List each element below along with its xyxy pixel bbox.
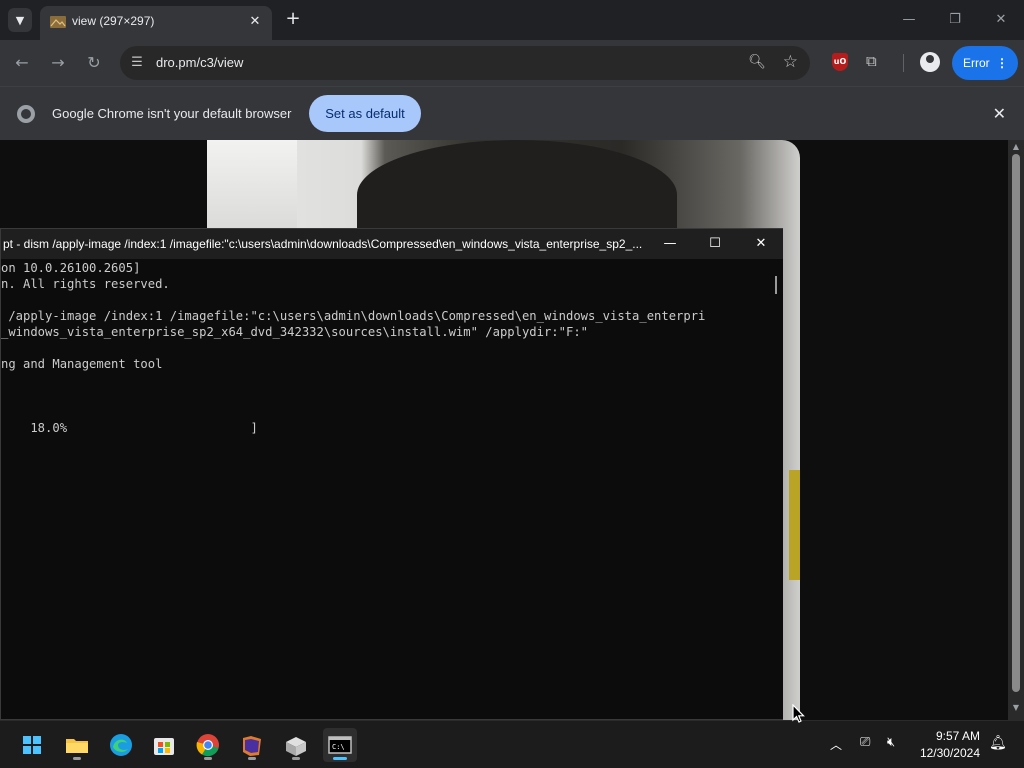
cmd-line: ng and Management tool [1,357,163,371]
toolbar-divider [903,54,904,72]
scroll-thumb[interactable] [1012,154,1020,692]
chrome-button[interactable] [191,728,225,762]
edge-icon [110,734,132,756]
svg-text:C:\: C:\ [332,743,345,751]
image-background [207,140,297,240]
cmd-output[interactable]: on 10.0.26100.2605] n. All rights reserv… [1,259,769,719]
error-label: Error [963,56,990,70]
installer-button[interactable] [279,728,313,762]
tab-view[interactable]: view (297×297) ✕ [40,6,272,40]
cmd-line: _windows_vista_enterprise_sp2_x64_dvd_34… [1,325,588,339]
forward-button[interactable]: → [47,52,69,74]
site-info-icon[interactable]: ☰ [128,54,146,72]
running-indicator [292,757,300,760]
restore-button[interactable]: ❐ [940,8,970,32]
tab-strip: ▼ view (297×297) ✕ + — ❐ ✕ [0,0,1024,40]
windows-logo-icon [23,736,41,754]
ublock-origin-icon[interactable]: uO [832,53,848,71]
zoom-icon[interactable]: 🔍︎ [748,54,766,70]
new-tab-button[interactable]: + [282,8,304,30]
default-browser-infobar: Google Chrome isn't your default browser… [0,86,1024,140]
image-detail [789,470,800,580]
cmd-minimize-button[interactable]: — [659,234,681,254]
cmd-line: /apply-image /index:1 /imagefile:"c:\use… [1,309,706,323]
clock-time[interactable]: 9:57 AM [910,729,980,743]
show-hidden-icons-chevron-icon[interactable]: ︿ [830,736,842,753]
cmd-line: n. All rights reserved. [1,277,170,291]
cmd-scroll-thumb[interactable] [775,276,777,294]
minimize-button[interactable]: — [894,8,924,32]
page-scrollbar[interactable]: ▲ ▼ [1008,140,1024,720]
url-text[interactable]: dro.pm/c3/view [156,55,243,70]
tab-close-icon[interactable]: ✕ [246,13,264,31]
profile-avatar-icon[interactable] [920,52,940,72]
edge-button[interactable] [104,728,138,762]
clock-date[interactable]: 12/30/2024 [910,746,980,760]
menu-dots-icon: ⋮ [996,56,1008,70]
cmd-close-button[interactable]: ✕ [750,234,772,254]
tab-search-button[interactable]: ▼ [8,8,32,32]
cmd-maximize-button[interactable]: ☐ [704,234,726,254]
scroll-up-icon[interactable]: ▲ [1008,142,1024,154]
reload-button[interactable]: ↻ [83,52,105,74]
start-button[interactable] [15,728,49,762]
cmd-scrollbar[interactable] [769,259,783,719]
winrar-button[interactable] [235,728,269,762]
taskbar: C:\ ︿ ⎚ 🔇︎ 9:57 AM 12/30/2024 🔔︎ [0,720,1024,768]
network-icon[interactable]: ⎚ [860,735,870,750]
cmd-window-title: pt - dism /apply-image /index:1 /imagefi… [3,237,643,251]
infobar-close-icon[interactable]: ✕ [993,104,1006,123]
progress-line: 18.0% ] [1,421,258,435]
store-icon [154,738,174,755]
running-indicator [204,757,212,760]
close-window-button[interactable]: ✕ [986,8,1016,32]
address-bar[interactable]: ☰ dro.pm/c3/view 🔍︎ ☆ [120,46,810,80]
running-indicator [73,757,81,760]
set-as-default-button[interactable]: Set as default [309,95,421,132]
browser-toolbar: ← → ↻ ☰ dro.pm/c3/view 🔍︎ ☆ uO ⧉ Error ⋮ [0,40,1024,86]
scroll-down-icon[interactable]: ▼ [1008,703,1024,715]
tab-title: view (297×297) [72,14,155,28]
file-explorer-button[interactable] [60,728,94,762]
chrome-logo-icon [17,105,35,123]
cmd-line: on 10.0.26100.2605] [1,261,141,275]
volume-muted-icon[interactable]: 🔇︎ [887,735,895,750]
cmd-title-bar[interactable]: pt - dism /apply-image /index:1 /imagefi… [1,229,783,259]
notification-bell-icon[interactable]: 🔔︎ [989,735,1007,751]
image-favicon-icon [50,16,66,28]
store-button[interactable] [147,728,181,762]
infobar-message: Google Chrome isn't your default browser [52,106,292,121]
chevron-down-icon: ▼ [15,13,25,27]
error-button[interactable]: Error ⋮ [952,46,1018,80]
back-button[interactable]: ← [11,52,33,74]
bookmark-star-icon[interactable]: ☆ [783,52,798,72]
running-indicator [248,757,256,760]
active-indicator [333,757,347,760]
extensions-icon[interactable]: ⧉ [866,52,877,70]
command-prompt-window[interactable]: pt - dism /apply-image /index:1 /imagefi… [0,228,783,720]
terminal-button[interactable]: C:\ [323,728,357,762]
mouse-cursor-icon [792,704,805,723]
